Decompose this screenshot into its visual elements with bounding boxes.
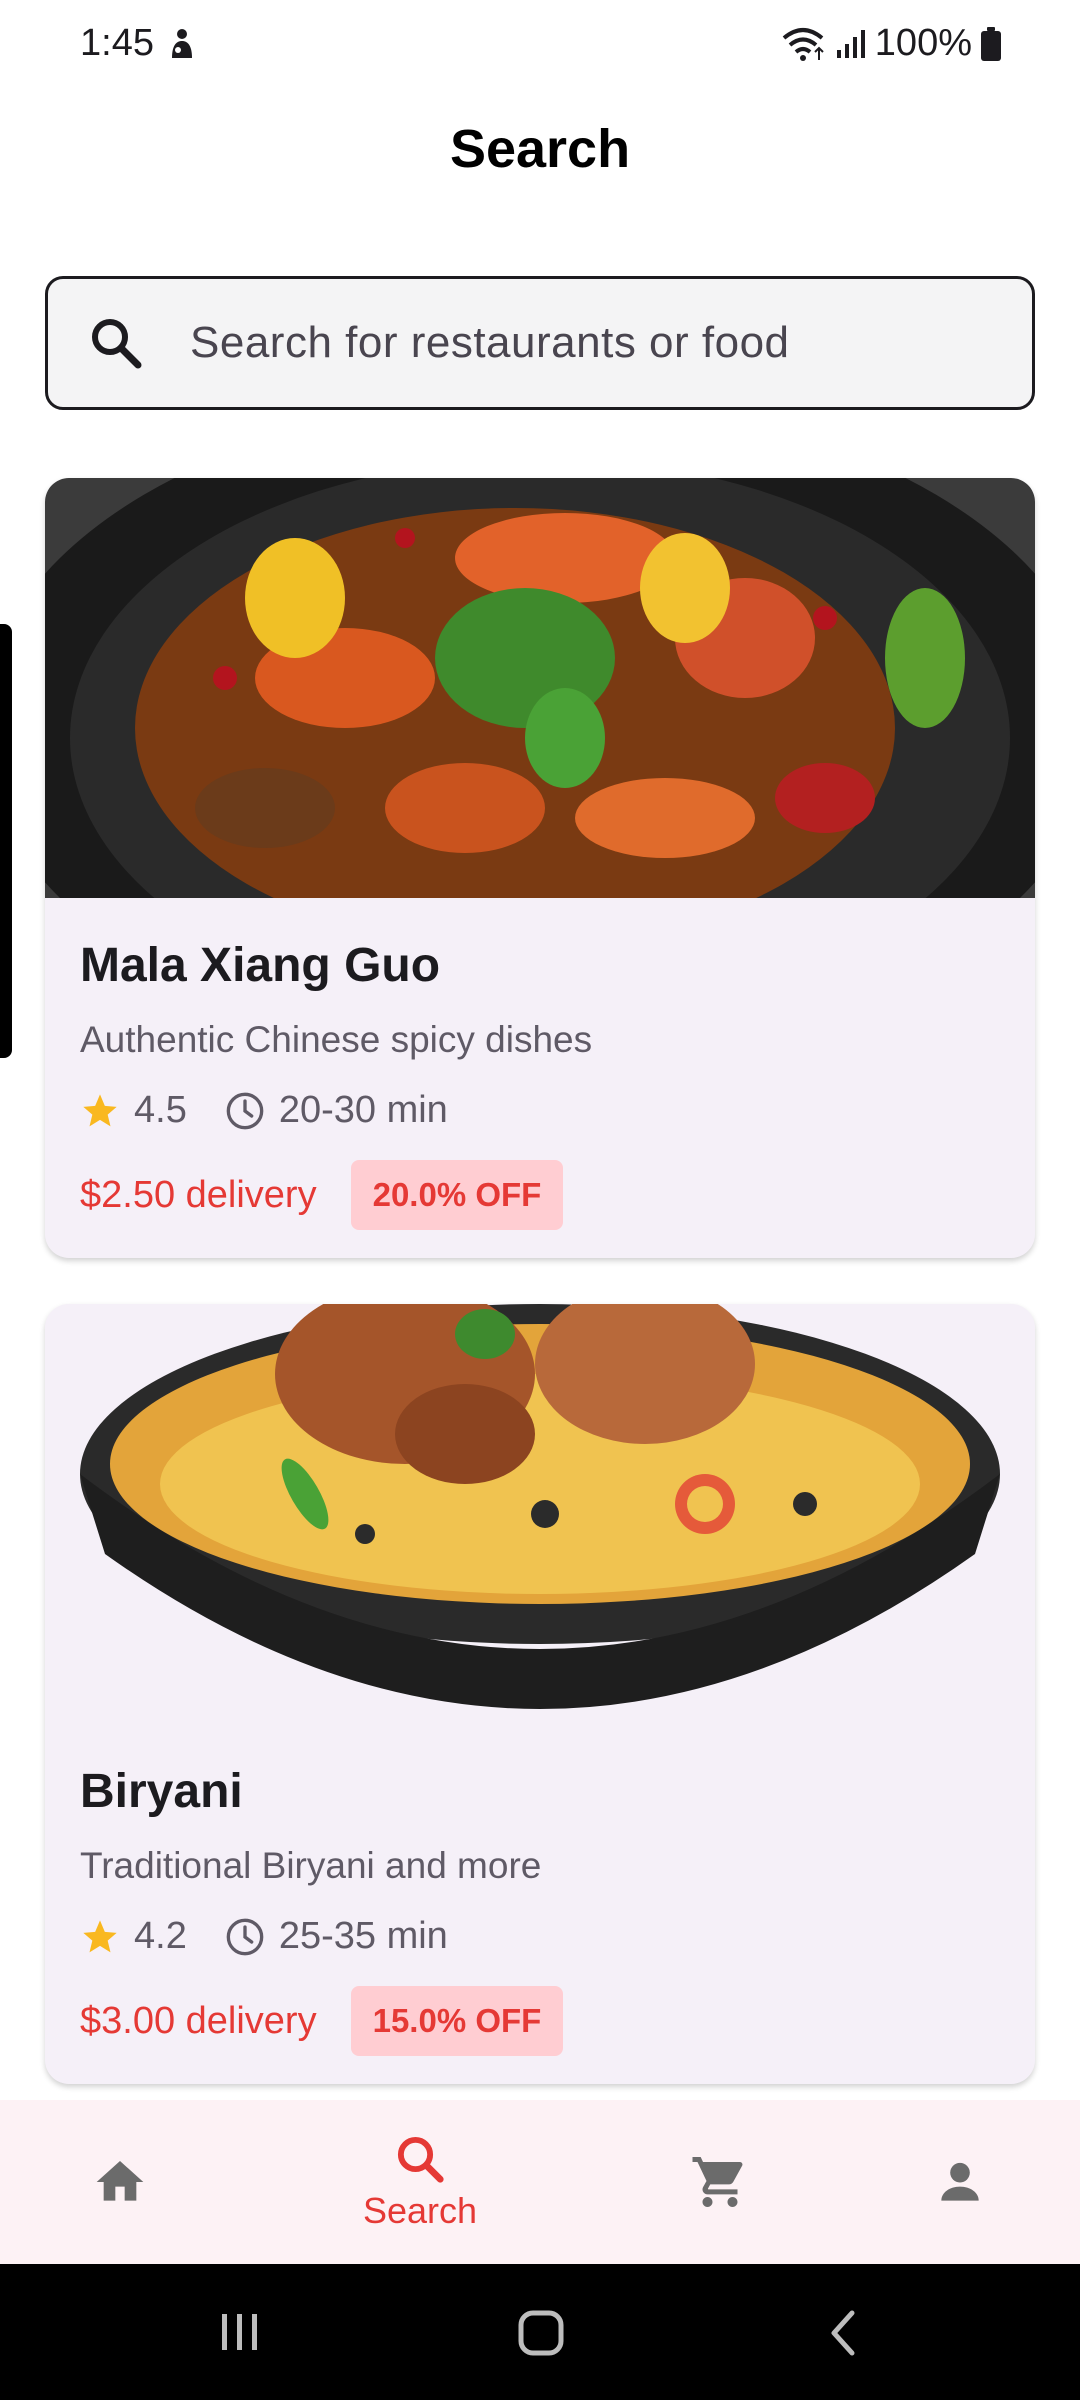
search-input[interactable] [190, 318, 990, 368]
restaurant-description: Authentic Chinese spicy dishes [80, 1019, 593, 1060]
status-time: 1:45 [80, 22, 154, 64]
recent-apps-icon[interactable] [218, 2310, 262, 2354]
discount-badge: 15.0% OFF [350, 1986, 564, 2056]
nav-search-label: Search [362, 2190, 478, 2231]
search-icon [397, 2136, 444, 2183]
status-indicators: 100% [781, 22, 1002, 65]
status-bar: 1:45 100% [0, 0, 1080, 90]
search-icon [92, 319, 142, 369]
wifi-icon [781, 26, 827, 62]
clock-icon [226, 1092, 264, 1129]
signal-icon [835, 28, 867, 60]
notification-person-icon [166, 28, 196, 65]
nav-profile[interactable] [900, 2100, 1020, 2264]
person-icon [941, 2162, 979, 2201]
restaurant-image [45, 478, 1035, 898]
star-icon [83, 1919, 117, 1952]
page-title: Search [449, 119, 631, 179]
discount-badge: 20.0% OFF [350, 1160, 564, 1230]
clock-icon [226, 1918, 264, 1955]
restaurant-card[interactable]: Mala Xiang Guo Authentic Chinese spicy d… [45, 478, 1035, 1258]
cart-icon [692, 2157, 743, 2207]
restaurant-name: Mala Xiang Guo [80, 939, 441, 992]
battery-percent: 100% [874, 22, 972, 64]
rating-value: 4.5 [134, 1089, 187, 1131]
nav-cart[interactable] [660, 2100, 780, 2264]
delivery-fee: $3.00 delivery [80, 1999, 317, 2042]
search-bar[interactable] [45, 276, 1035, 410]
star-icon [83, 1093, 117, 1126]
home-icon [96, 2161, 144, 2201]
delivery-fee: $2.50 delivery [80, 1173, 317, 1216]
back-icon[interactable] [826, 2308, 860, 2358]
delivery-time: 20-30 min [278, 1089, 448, 1131]
rating-value: 4.2 [134, 1915, 187, 1957]
restaurant-card[interactable]: Biryani Traditional Biryani and more 4.2… [45, 1304, 1035, 2084]
restaurant-image [45, 1304, 1035, 1724]
bottom-navigation: Search [0, 2100, 1080, 2264]
restaurant-name: Biryani [80, 1765, 243, 1818]
restaurant-description: Traditional Biryani and more [80, 1845, 542, 1886]
home-button-icon[interactable] [516, 2308, 566, 2358]
nav-home[interactable] [60, 2100, 180, 2264]
battery-icon [980, 26, 1002, 61]
edge-panel-handle[interactable] [0, 624, 12, 1058]
nav-search[interactable]: Search [340, 2100, 500, 2264]
system-navigation-bar [0, 2264, 1080, 2400]
delivery-time: 25-35 min [278, 1915, 448, 1957]
